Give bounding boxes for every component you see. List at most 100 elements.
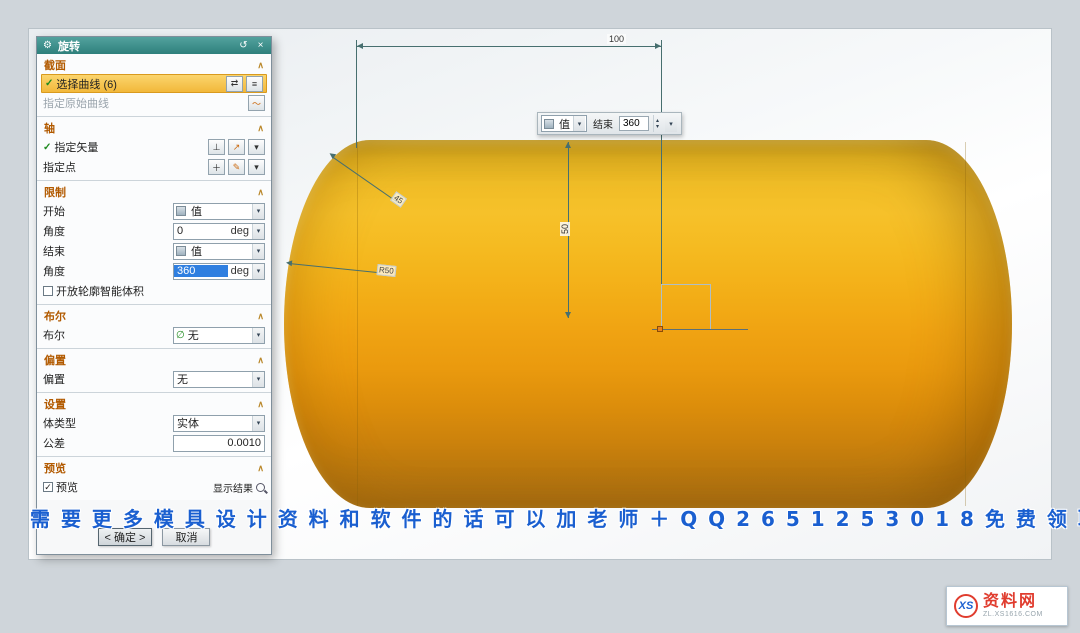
- dimension-arrow: [655, 43, 661, 49]
- vector-dialog-icon[interactable]: ⊥: [208, 139, 225, 155]
- dimension-line-length: [357, 46, 661, 47]
- specify-vector-label: 指定矢量: [54, 139, 205, 155]
- caret-down-icon[interactable]: ▾: [252, 224, 264, 239]
- caret-down-icon[interactable]: ▾: [252, 328, 264, 343]
- end-angle-spinner[interactable]: ▴ ▾: [653, 115, 661, 132]
- start-angle-field[interactable]: 0 deg ▾: [173, 223, 265, 240]
- section-group-header[interactable]: 截面: [44, 57, 66, 73]
- select-curve-label: 选择曲线 (6): [56, 76, 223, 92]
- app-window: 100 50 45 R50 值 ▾ 结束 360 ▴ ▾ ▾ ⚙: [0, 0, 1080, 633]
- axis-origin-handle[interactable]: [657, 326, 663, 332]
- chevron-up-icon[interactable]: ∧: [257, 187, 264, 198]
- site-logo: XS 资料网 ZL.XS1616.COM: [946, 586, 1068, 626]
- offset-group-header[interactable]: 偏置: [44, 352, 66, 368]
- close-icon[interactable]: ×: [254, 40, 267, 51]
- end-angle-label: 结束: [591, 116, 615, 131]
- end-limit-dropdown[interactable]: 值 ▾: [173, 243, 265, 260]
- offset-row: 偏置 无 ▾: [37, 369, 271, 389]
- caret-down-icon[interactable]: ▾: [252, 416, 264, 431]
- dimension-arrow: [565, 142, 571, 148]
- boolean-value: 无: [185, 327, 252, 343]
- boolean-row: 布尔 ∅ 无 ▾: [37, 325, 271, 345]
- open-profile-row: 开放轮廓智能体积: [37, 281, 271, 301]
- end-limit-value: 值: [188, 243, 252, 259]
- show-result-magnifier-icon[interactable]: [256, 483, 265, 492]
- limit-type-dropdown[interactable]: 值 ▾: [541, 115, 587, 132]
- reset-icon[interactable]: ↺: [237, 40, 250, 51]
- origin-curve-label: 指定原始曲线: [43, 95, 245, 111]
- value-icon: [176, 206, 186, 216]
- limits-group: 限制 ∧ 开始 值 ▾ 角度 0 deg ▾ 结束: [37, 181, 271, 305]
- settings-group-header[interactable]: 设置: [44, 396, 66, 412]
- height-dimension-label[interactable]: 50: [560, 222, 570, 236]
- dialog-title: 旋转: [58, 38, 80, 54]
- tolerance-row: 公差 0.0010: [37, 433, 271, 453]
- reverse-curve-icon[interactable]: ⇄: [226, 76, 243, 92]
- boolean-dropdown[interactable]: ∅ 无 ▾: [173, 327, 265, 344]
- leader-arrow: [286, 260, 293, 267]
- chevron-up-icon[interactable]: ∧: [257, 355, 264, 366]
- end-angle-value-selected[interactable]: 360: [174, 265, 228, 277]
- start-angle-value[interactable]: 0: [174, 225, 228, 237]
- point-dialog-icon[interactable]: ＋: [208, 159, 225, 175]
- length-dimension-label[interactable]: 100: [607, 34, 626, 44]
- spinner-down-icon[interactable]: ▾: [654, 124, 661, 130]
- caret-down-icon[interactable]: ▾: [665, 115, 677, 132]
- preview-group-header[interactable]: 预览: [44, 460, 66, 476]
- specify-point-row: 指定点 ＋ ✎ ▾: [37, 157, 271, 177]
- open-profile-checkbox[interactable]: [43, 286, 53, 296]
- chevron-up-icon[interactable]: ∧: [257, 399, 264, 410]
- check-icon: ✓: [45, 78, 53, 89]
- chevron-up-icon[interactable]: ∧: [257, 463, 264, 474]
- caret-down-icon[interactable]: ▾: [252, 372, 264, 387]
- limits-group-header[interactable]: 限制: [44, 184, 66, 200]
- point-constructor-icon[interactable]: ✎: [228, 159, 245, 175]
- watermark-text: 需 要 更 多 模 具 设 计 资 料 和 软 件 的 话 可 以 加 老 师 …: [30, 503, 1054, 532]
- caret-down-icon[interactable]: ▾: [252, 204, 264, 219]
- origin-curve-icon[interactable]: ～: [248, 95, 265, 111]
- start-limit-dropdown[interactable]: 值 ▾: [173, 203, 265, 220]
- section-group: 截面 ∧ ✓ 选择曲线 (6) ⇄ ≡ 指定原始曲线 ～: [37, 54, 271, 117]
- check-icon: ✓: [43, 142, 51, 153]
- boolean-group: 布尔 ∧ 布尔 ∅ 无 ▾: [37, 305, 271, 349]
- start-angle-row: 角度 0 deg ▾: [37, 221, 271, 241]
- tolerance-label: 公差: [43, 435, 65, 451]
- preview-checkbox[interactable]: ✓: [43, 482, 53, 492]
- inferred-vector-icon[interactable]: ↗: [228, 139, 245, 155]
- end-limit-row: 结束 值 ▾: [37, 241, 271, 261]
- point-options-caret-icon[interactable]: ▾: [248, 159, 265, 175]
- value-icon: [544, 119, 554, 129]
- dialog-titlebar[interactable]: ⚙ 旋转 ↺ ×: [37, 37, 271, 54]
- radius-dimension-label[interactable]: R50: [376, 264, 396, 277]
- chevron-up-icon[interactable]: ∧: [257, 60, 264, 71]
- boolean-group-header[interactable]: 布尔: [44, 308, 66, 324]
- curve-list-icon[interactable]: ≡: [246, 76, 263, 92]
- section-sketch-profile[interactable]: [661, 284, 711, 330]
- dialog-gear-icon[interactable]: ⚙: [41, 40, 54, 51]
- revolve-dialog: ⚙ 旋转 ↺ × 截面 ∧ ✓ 选择曲线 (6) ⇄ ≡ 指定原始曲线 ～: [36, 36, 272, 555]
- offset-dropdown[interactable]: 无 ▾: [173, 371, 265, 388]
- chevron-up-icon[interactable]: ∧: [257, 123, 264, 134]
- caret-down-icon[interactable]: ▾: [252, 264, 264, 279]
- caret-down-icon[interactable]: ▾: [252, 244, 264, 259]
- caret-down-icon[interactable]: ▾: [573, 116, 585, 131]
- body-type-label: 体类型: [43, 415, 76, 431]
- end-angle-field[interactable]: 360 deg ▾: [173, 263, 265, 280]
- end-angle-input[interactable]: 360: [619, 116, 649, 131]
- tolerance-value[interactable]: 0.0010: [174, 437, 264, 449]
- tolerance-field[interactable]: 0.0010: [173, 435, 265, 452]
- axis-group-header[interactable]: 轴: [44, 120, 55, 136]
- open-profile-label: 开放轮廓智能体积: [56, 283, 144, 299]
- preview-row: ✓ 预览 显示结果: [37, 477, 271, 497]
- body-type-dropdown[interactable]: 实体 ▾: [173, 415, 265, 432]
- vector-options-caret-icon[interactable]: ▾: [248, 139, 265, 155]
- start-angle-unit: deg: [228, 225, 252, 237]
- tank-right-seam-line: [965, 142, 966, 506]
- end-angle-value: 360: [623, 118, 640, 129]
- limit-type-value: 值: [556, 116, 573, 132]
- specify-point-label: 指定点: [43, 159, 205, 175]
- end-angle-options[interactable]: ▾: [665, 115, 678, 132]
- select-curve-row[interactable]: ✓ 选择曲线 (6) ⇄ ≡: [41, 74, 267, 93]
- chevron-up-icon[interactable]: ∧: [257, 311, 264, 322]
- logo-site-url: ZL.XS1616.COM: [983, 611, 1043, 619]
